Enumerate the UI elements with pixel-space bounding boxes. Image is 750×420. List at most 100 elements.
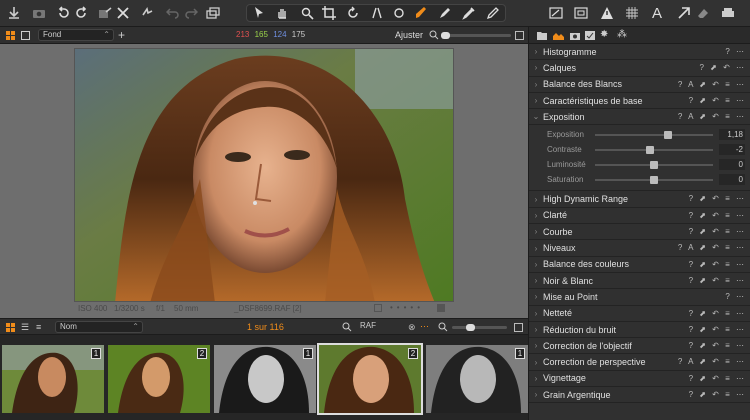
select-checkbox[interactable] — [374, 304, 382, 312]
thumbnail[interactable]: 1 — [2, 345, 104, 413]
tool-section-reduction-du-bruit[interactable]: › Réduction du bruit ? ⬈ ↶ ≡ ⋯ — [529, 322, 750, 339]
grid-icon[interactable] — [624, 5, 640, 21]
print-icon[interactable] — [720, 5, 736, 21]
tool-section-grain-argentique[interactable]: › Grain Argentique ? ⬈ ↶ ≡ ⋯ — [529, 387, 750, 404]
histogram-toggle-icon[interactable] — [548, 5, 564, 21]
rotate-right-icon[interactable] — [73, 5, 89, 21]
rating-dots[interactable]: ••••• — [390, 303, 424, 312]
slider-knob[interactable] — [650, 176, 658, 185]
single-view-icon[interactable] — [21, 31, 30, 40]
folder-tab-icon[interactable] — [537, 31, 547, 40]
section-tool-icons[interactable]: ? ⬈ ↶ ≡ ⋯ — [689, 260, 746, 269]
section-tool-icons[interactable]: ? ⋯ — [725, 47, 746, 56]
undo-icon[interactable] — [165, 5, 181, 21]
slider-knob[interactable] — [664, 131, 673, 140]
thumb-size-knob[interactable] — [466, 324, 475, 331]
export-icon[interactable] — [97, 5, 113, 21]
thumbnails-view-icon[interactable] — [6, 323, 15, 332]
section-tool-icons[interactable]: ? ⋯ — [725, 292, 746, 301]
tool-section-niveaux[interactable]: › Niveaux ? A ⬈ ↶ ≡ ⋯ — [529, 240, 750, 257]
grid-overlay-icon[interactable] — [573, 5, 589, 21]
slider-knob[interactable] — [646, 146, 655, 155]
thumbnail[interactable]: 1 — [214, 345, 316, 413]
section-tool-icons[interactable]: ? ⬈ ↶ ⋯ — [699, 63, 746, 72]
slider-value-field[interactable]: 0 — [719, 174, 745, 186]
tool-section-mise-au-point[interactable]: › Mise au Point ? ⋯ — [529, 289, 750, 306]
tool-section-vignettage[interactable]: › Vignettage ? ⬈ ↶ ≡ ⋯ — [529, 371, 750, 388]
adjust-tab-icon[interactable] — [553, 30, 564, 40]
tool-section-calques[interactable]: › Calques ? ⬈ ↶ ⋯ — [529, 60, 750, 77]
settings-tab-icon[interactable]: ✸ — [600, 29, 608, 40]
tool-section-caracteristiques-de-base[interactable]: › Caractéristiques de base ? ⬈ ↶ ≡ ⋯ — [529, 93, 750, 110]
add-icon[interactable]: + — [118, 28, 125, 42]
tool-section-nettete[interactable]: › Netteté ? ⬈ ↶ ≡ ⋯ — [529, 306, 750, 322]
exposition-header[interactable]: ⌄ Exposition ? A ⬈ ↶ ≡ ⋯ — [529, 109, 750, 126]
batch-tab-icon[interactable]: ⁂ — [617, 29, 627, 40]
section-tool-icons[interactable]: ? ⬈ ↶ ≡ ⋯ — [689, 390, 746, 399]
slider-track[interactable] — [595, 176, 713, 185]
grid-view-icon[interactable] — [6, 31, 15, 40]
rotate-tool-icon[interactable] — [345, 5, 361, 21]
details-view-icon[interactable]: ≡ — [36, 323, 41, 332]
thumbnail[interactable]: 2 — [108, 345, 210, 413]
section-tool-icons[interactable]: ? ⬈ ↶ ≡ ⋯ — [689, 194, 746, 203]
filter-options-icon[interactable]: ⋯ — [420, 321, 429, 332]
thumbnail[interactable]: 1 — [426, 345, 528, 413]
section-tool-icons[interactable]: ? A ⬈ ↶ ≡ ⋯ — [678, 243, 746, 252]
zoom-tool-icon[interactable] — [299, 5, 315, 21]
pan-hand-icon[interactable] — [274, 5, 290, 21]
reset-icon[interactable] — [139, 5, 155, 21]
main-photo[interactable] — [74, 48, 454, 302]
eraser-icon[interactable] — [695, 5, 711, 21]
exposure-warning-icon[interactable] — [599, 5, 615, 21]
tool-section-correction-de-perspective[interactable]: › Correction de perspective ? A ⬈ ↶ ≡ ⋯ — [529, 354, 750, 371]
clear-search-icon[interactable]: ⊗ — [408, 322, 416, 333]
section-tool-icons[interactable]: ? A ⬈ ↶ ≡ ⋯ — [678, 357, 746, 366]
section-tool-icons[interactable]: ? ⬈ ↶ ≡ ⋯ — [689, 96, 746, 105]
tool-section-histogramme[interactable]: › Histogramme ? ⋯ — [529, 44, 750, 61]
keystone-icon[interactable] — [369, 5, 385, 21]
list-view-icon[interactable]: ☰ — [21, 323, 29, 332]
slider-track[interactable] — [595, 161, 713, 170]
color-picker-icon[interactable] — [461, 5, 477, 21]
slider-value-field[interactable]: 1,18 — [719, 129, 745, 141]
section-tool-icons[interactable]: ? A ⬈ ↶ ≡ ⋯ — [678, 80, 746, 89]
rotate-left-icon[interactable] — [56, 5, 72, 21]
fullscreen-icon[interactable] — [515, 31, 524, 40]
section-tool-icons[interactable]: ? ⬈ ↶ ≡ ⋯ — [689, 341, 746, 350]
crop-icon[interactable] — [321, 5, 337, 21]
thumbnail-selected[interactable]: 2 — [317, 343, 423, 415]
text-annotation-icon[interactable]: A — [649, 5, 665, 22]
sort-select[interactable]: Nom ⌃ — [55, 321, 143, 333]
import-icon[interactable] — [6, 5, 22, 21]
delete-icon[interactable] — [115, 5, 131, 21]
section-tool-icons[interactable]: ? ⬈ ↶ ≡ ⋯ — [689, 276, 746, 285]
section-tool-icons[interactable]: ? ⬈ ↶ ≡ ⋯ — [689, 227, 746, 236]
spot-removal-icon[interactable] — [391, 5, 407, 21]
tool-section-balance-des-blancs[interactable]: › Balance des Blancs ? A ⬈ ↶ ≡ ⋯ — [529, 77, 750, 93]
slider-knob[interactable] — [650, 161, 658, 170]
tool-section-noir-blanc[interactable]: › Noir & Blanc ? ⬈ ↶ ≡ ⋯ — [529, 273, 750, 290]
slider-value-field[interactable]: -2 — [719, 144, 745, 156]
zoom-slider-knob[interactable] — [441, 32, 450, 39]
camera-tab-icon[interactable] — [570, 31, 580, 40]
tool-section-clarte[interactable]: › Clarté ? ⬈ ↶ ≡ ⋯ — [529, 208, 750, 225]
section-tool-icons[interactable]: ? A ⬈ ↶ ≡ ⋯ — [678, 112, 746, 121]
slider-value-field[interactable]: 0 — [719, 159, 745, 171]
select-cursor-icon[interactable] — [251, 5, 267, 21]
camera-icon[interactable] — [31, 5, 47, 21]
details-tab-icon[interactable] — [585, 31, 595, 40]
section-tool-icons[interactable]: ? ⬈ ↶ ≡ ⋯ — [689, 325, 746, 334]
slider-track[interactable] — [595, 131, 713, 140]
section-tool-icons[interactable]: ? ⬈ ↶ ≡ ⋯ — [689, 374, 746, 383]
copy-adjustments-icon[interactable] — [205, 5, 221, 21]
brush-icon[interactable] — [413, 5, 429, 21]
tool-section-high-dynamic-range[interactable]: › High Dynamic Range ? ⬈ ↶ ≡ ⋯ — [529, 191, 750, 208]
browser-layout-icon[interactable] — [514, 323, 523, 332]
thumb-size-slider[interactable] — [452, 324, 507, 331]
annotation-icon[interactable] — [485, 5, 501, 21]
pen-icon[interactable] — [437, 5, 453, 21]
redo-icon[interactable] — [183, 5, 199, 21]
color-tag-icon[interactable] — [437, 304, 445, 312]
zoom-slider[interactable] — [441, 32, 511, 39]
